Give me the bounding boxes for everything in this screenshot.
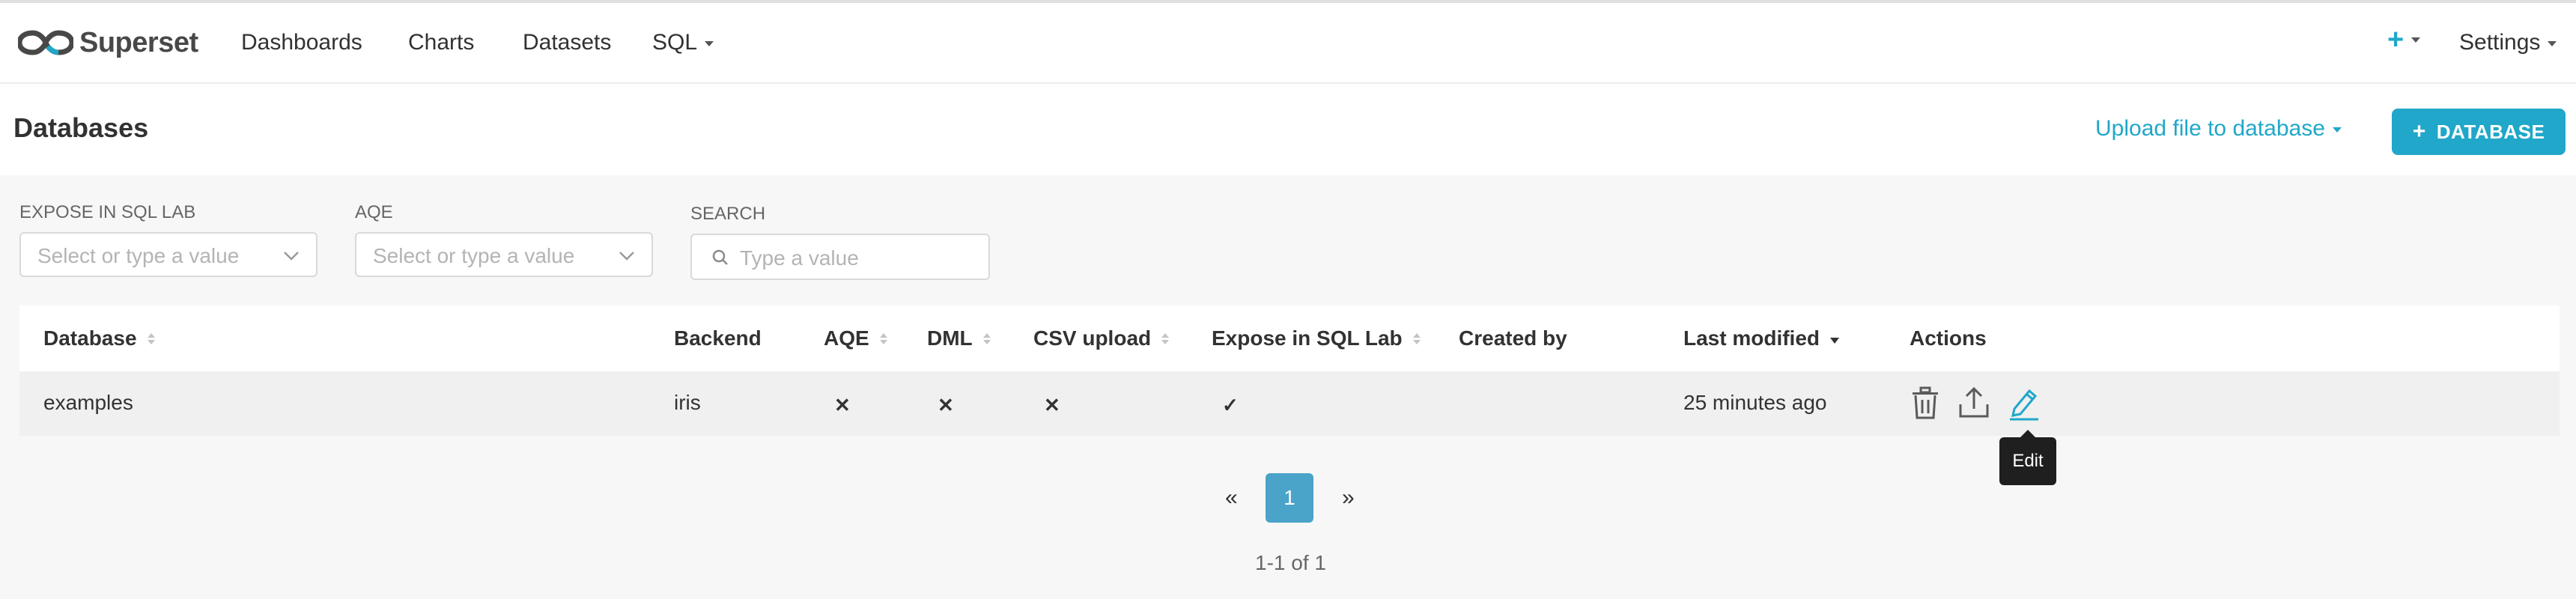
chevron-down-icon: [2332, 127, 2342, 133]
cell-backend: iris: [674, 391, 701, 414]
cell-expose-check-icon: ✓: [1222, 394, 1239, 416]
col-backend: Backend: [674, 326, 762, 350]
search-field[interactable]: [690, 234, 990, 280]
aqe-filter-placeholder: Select or type a value: [373, 244, 575, 267]
sort-icon: [879, 332, 887, 344]
cell-database: examples: [43, 391, 133, 414]
trash-icon[interactable]: [1910, 385, 1941, 421]
plus-icon: +: [2387, 24, 2405, 55]
nav-sql[interactable]: SQL: [652, 30, 714, 55]
col-created-by-label: Created by: [1459, 326, 1567, 350]
chevron-down-icon: [284, 252, 299, 261]
superset-logo-icon: [18, 30, 73, 55]
cell-dml-x-icon: ✕: [938, 394, 954, 416]
nav-sql-label: SQL: [652, 30, 698, 55]
export-icon[interactable]: [1956, 385, 1992, 421]
col-dml[interactable]: DML: [927, 326, 991, 350]
cell-last-modified: 25 minutes ago: [1683, 391, 1827, 414]
chevron-down-icon: [2548, 40, 2557, 46]
col-aqe-label: AQE: [824, 326, 869, 350]
sort-icon: [1161, 332, 1170, 344]
col-last-modified-label: Last modified: [1683, 326, 1820, 350]
top-navbar: Superset Dashboards Charts Datasets SQL …: [0, 3, 2576, 84]
sort-icon: [147, 332, 155, 344]
expose-filter-placeholder: Select or type a value: [37, 244, 240, 267]
add-database-button[interactable]: + DATABASE: [2392, 109, 2566, 155]
col-csv-upload[interactable]: CSV upload: [1033, 326, 1170, 350]
settings-menu[interactable]: Settings: [2459, 30, 2557, 55]
edit-icon[interactable]: [2007, 385, 2041, 421]
nav-datasets[interactable]: Datasets: [523, 30, 611, 55]
col-csv-upload-label: CSV upload: [1033, 326, 1152, 350]
filter-label-expose: EXPOSE IN SQL LAB: [19, 202, 196, 222]
col-last-modified[interactable]: Last modified: [1683, 326, 1840, 350]
upload-file-menu[interactable]: Upload file to database: [2095, 116, 2342, 142]
table-header-row: Database Backend AQE DML CSV upload Expo…: [19, 305, 2560, 371]
table-row: examples iris ✕ ✕ ✕ ✓ 25 minutes ago: [19, 371, 2560, 436]
new-item-menu[interactable]: +: [2387, 24, 2421, 55]
edit-tooltip: Edit: [1999, 437, 2056, 485]
sort-icon: [1412, 332, 1421, 344]
col-aqe[interactable]: AQE: [824, 326, 887, 350]
settings-label: Settings: [2459, 30, 2541, 55]
page-title: Databases: [13, 112, 149, 143]
col-created-by: Created by: [1459, 326, 1567, 350]
add-database-label: DATABASE: [2436, 120, 2545, 143]
sort-icon: [982, 332, 991, 344]
brand-logo[interactable]: Superset: [18, 24, 198, 61]
sort-desc-icon: [1830, 338, 1840, 344]
filter-label-aqe: AQE: [355, 202, 393, 222]
pagination-prev[interactable]: «: [1225, 485, 1238, 511]
search-icon: [712, 249, 728, 265]
aqe-filter-select[interactable]: Select or type a value: [355, 232, 653, 277]
col-actions-label: Actions: [1910, 326, 1987, 350]
col-database-label: Database: [43, 326, 137, 350]
search-input[interactable]: [738, 244, 981, 273]
plus-icon: +: [2412, 119, 2426, 144]
filter-label-search: SEARCH: [690, 204, 766, 224]
cell-csv-x-icon: ✕: [1044, 394, 1060, 416]
col-dml-label: DML: [927, 326, 973, 350]
pagination-summary: 1-1 of 1: [1255, 551, 1326, 574]
cell-aqe-x-icon: ✕: [834, 394, 851, 416]
nav-dashboards[interactable]: Dashboards: [241, 30, 362, 55]
chevron-down-icon: [2411, 37, 2421, 43]
col-backend-label: Backend: [674, 326, 762, 350]
page-header: Databases Upload file to database + DATA…: [0, 84, 2576, 175]
nav-charts[interactable]: Charts: [408, 30, 474, 55]
chevron-down-icon: [705, 40, 714, 46]
col-expose-label: Expose in SQL Lab: [1212, 326, 1403, 350]
brand-name: Superset: [79, 26, 198, 58]
pagination-page-1[interactable]: 1: [1266, 473, 1313, 523]
tooltip-arrow: [2020, 430, 2035, 437]
upload-file-label: Upload file to database: [2095, 116, 2325, 141]
chevron-down-icon: [619, 252, 634, 261]
pagination-next[interactable]: »: [1342, 485, 1355, 511]
col-database[interactable]: Database: [43, 326, 155, 350]
expose-filter-select[interactable]: Select or type a value: [19, 232, 318, 277]
col-expose[interactable]: Expose in SQL Lab: [1212, 326, 1421, 350]
col-actions: Actions: [1910, 326, 1987, 350]
